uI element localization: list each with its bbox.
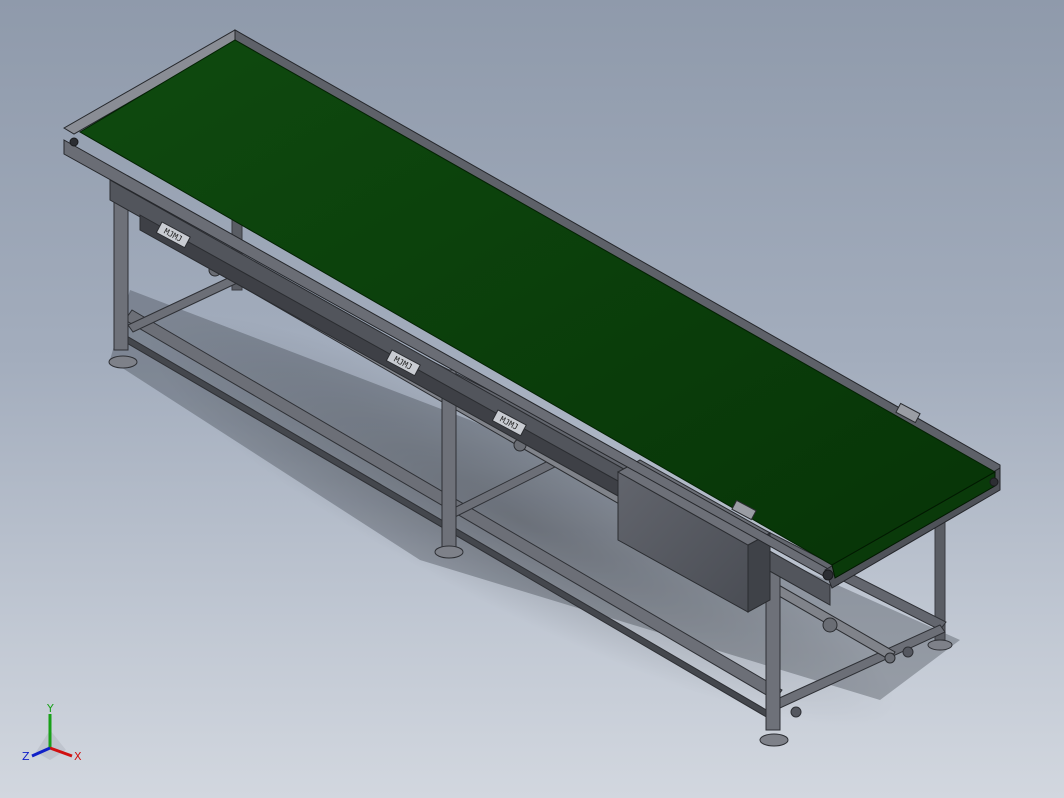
end-cap-front-near bbox=[822, 569, 834, 581]
foot-pad-1 bbox=[108, 355, 138, 369]
conveyor-model-view[interactable]: MJMJ MJMJ MJMJ bbox=[0, 0, 1064, 798]
graphics-viewport[interactable]: MJMJ MJMJ MJMJ Y X Z bbox=[0, 0, 1064, 798]
view-orientation-triad[interactable]: Y X Z bbox=[14, 700, 94, 770]
end-cap-front-far bbox=[989, 477, 999, 487]
z-axis-label: Z bbox=[22, 750, 30, 763]
y-axis-label: Y bbox=[46, 702, 54, 715]
foot-pad-2 bbox=[434, 545, 464, 559]
foot-pad-3 bbox=[759, 733, 789, 747]
x-axis-label: X bbox=[74, 750, 82, 763]
caster-wheel-2 bbox=[902, 646, 914, 658]
caster-wheel-1 bbox=[790, 706, 802, 718]
foot-pad-4 bbox=[927, 639, 953, 651]
end-cap-back bbox=[69, 137, 79, 147]
